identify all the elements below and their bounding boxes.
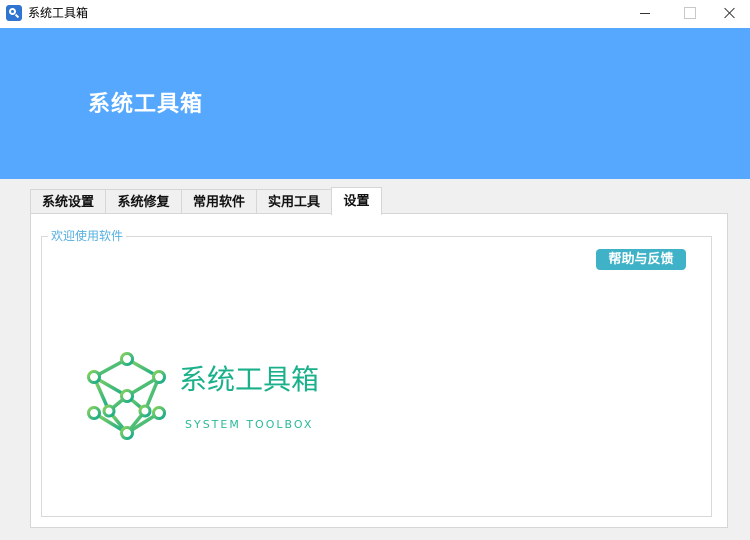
tab-utilities[interactable]: 实用工具	[256, 189, 332, 214]
welcome-groupbox: 欢迎使用软件 帮助与反馈 系统工具箱 SYSTEM TOOLBOX	[41, 228, 712, 517]
tab-system-settings[interactable]: 系统设置	[30, 189, 106, 214]
app-search-icon	[6, 5, 22, 21]
status-bar	[0, 530, 750, 540]
group-title: 欢迎使用软件	[48, 228, 127, 244]
close-icon[interactable]	[706, 0, 750, 28]
tab-system-repair[interactable]: 系统修复	[105, 189, 182, 214]
help-feedback-button[interactable]: 帮助与反馈	[596, 249, 686, 270]
hexagon-network-icon	[87, 352, 166, 440]
header-banner: 系统工具箱	[0, 28, 750, 179]
window-title: 系统工具箱	[28, 6, 89, 20]
logo-subtitle: SYSTEM TOOLBOX	[185, 418, 314, 431]
logo-name: 系统工具箱	[179, 363, 320, 396]
banner-title: 系统工具箱	[88, 92, 204, 117]
tab-panel-settings: 欢迎使用软件 帮助与反馈 系统工具箱 SYSTEM TOOLBOX	[30, 213, 728, 528]
tab-common-software[interactable]: 常用软件	[181, 189, 257, 214]
minimize-icon[interactable]	[622, 0, 668, 28]
title-bar: 系统工具箱	[0, 0, 750, 28]
tab-settings[interactable]: 设置	[331, 187, 382, 215]
